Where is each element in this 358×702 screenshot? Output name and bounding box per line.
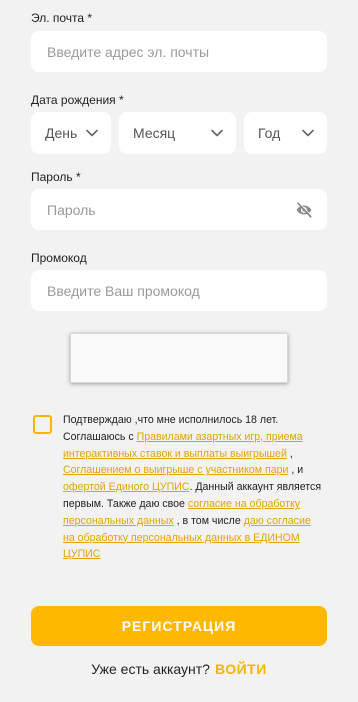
- win-agreement-link[interactable]: Соглашением о выигрыше с участником пари: [63, 464, 288, 476]
- email-label: Эл. почта *: [31, 11, 93, 25]
- login-row: Уже есть аккаунт? ВОЙТИ: [0, 661, 358, 677]
- consent-checkbox[interactable]: [33, 415, 52, 434]
- cupis-offer-link[interactable]: офертой Единого ЦУПИС: [63, 481, 189, 493]
- promo-label: Промокод: [31, 251, 87, 265]
- password-field[interactable]: Пароль: [31, 189, 327, 230]
- month-select[interactable]: Месяц: [119, 112, 236, 154]
- day-select[interactable]: День: [31, 112, 111, 154]
- password-placeholder: Пароль: [47, 201, 96, 218]
- chevron-down-icon: [86, 129, 98, 137]
- login-link[interactable]: ВОЙТИ: [215, 661, 267, 677]
- birthdate-label: Дата рождения *: [31, 93, 124, 107]
- captcha-widget[interactable]: [70, 333, 288, 383]
- year-select-value: Год: [258, 125, 281, 141]
- promo-placeholder: Введите Ваш промокод: [47, 282, 200, 299]
- chevron-down-icon: [302, 129, 314, 137]
- consent-text: Подтверждаю ,что мне исполнилось 18 лет.…: [63, 412, 323, 563]
- email-field[interactable]: Введите адрес эл. почты: [31, 31, 327, 72]
- eye-off-icon[interactable]: [295, 201, 313, 219]
- consent-text-3: , и: [288, 464, 304, 477]
- email-placeholder: Введите адрес эл. почты: [47, 43, 210, 60]
- year-select[interactable]: Год: [244, 112, 327, 154]
- consent-text-5: , в том числе: [173, 514, 244, 527]
- day-select-value: День: [45, 125, 78, 141]
- register-button[interactable]: РЕГИСТРАЦИЯ: [31, 606, 327, 646]
- month-select-value: Месяц: [133, 125, 176, 141]
- password-label: Пароль *: [31, 170, 81, 184]
- promo-field[interactable]: Введите Ваш промокод: [31, 270, 327, 311]
- login-prompt: Уже есть аккаунт?: [91, 661, 210, 677]
- consent-text-2: ,: [286, 447, 293, 460]
- chevron-down-icon: [211, 129, 223, 137]
